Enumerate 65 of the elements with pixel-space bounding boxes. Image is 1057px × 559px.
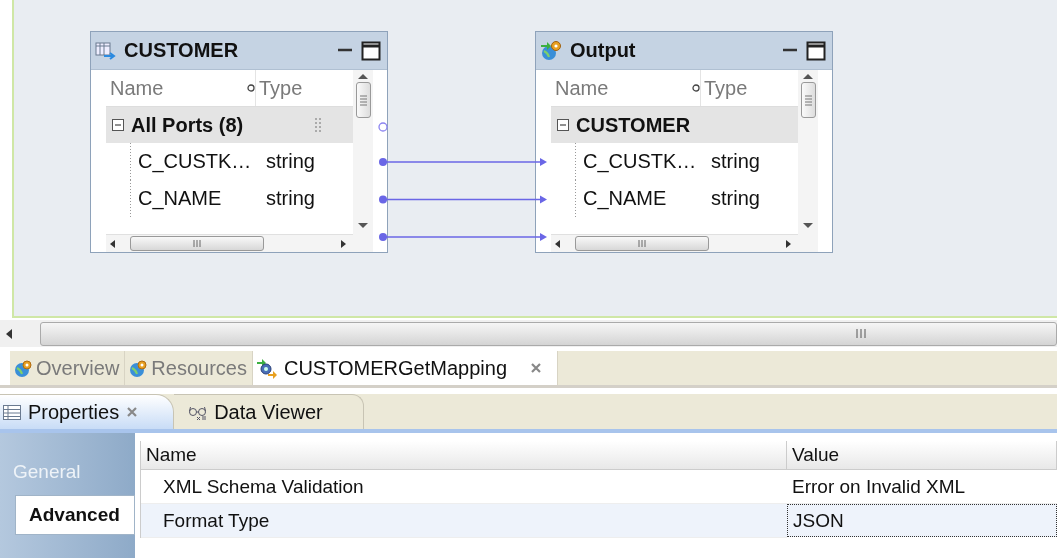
scrollbar-thumb[interactable]	[575, 236, 709, 251]
view-tab[interactable]: Properties	[0, 394, 175, 429]
maximize-icon[interactable]	[806, 40, 826, 61]
close-icon[interactable]	[529, 361, 543, 375]
table-icon	[2, 403, 22, 421]
vertical-scrollbar[interactable]	[798, 70, 818, 252]
tab-label: Properties	[28, 400, 120, 424]
globe-gear-icon	[13, 359, 32, 377]
editor-tab[interactable]: Resources	[125, 351, 253, 385]
grip-icon	[358, 94, 368, 106]
grip-icon	[638, 239, 646, 248]
tab-label: Resources	[151, 356, 247, 380]
sort-icon	[692, 84, 700, 92]
tab-label: CUSTOMERGetMapping	[283, 356, 507, 380]
port-group-row[interactable]: All Ports (8)	[106, 107, 353, 143]
horizontal-scrollbar[interactable]	[551, 234, 798, 252]
table-icon	[95, 41, 116, 60]
port-name: C_CUSTK…	[137, 150, 253, 173]
connector-line[interactable]	[379, 195, 547, 204]
port-type: string	[266, 187, 315, 210]
tab-label: Data Viewer	[214, 400, 323, 424]
grip-icon	[193, 239, 201, 248]
property-name[interactable]: Format Type	[141, 504, 787, 538]
sort-icon	[247, 84, 255, 92]
globe-gear-icon	[540, 40, 562, 61]
port-type: string	[266, 150, 315, 173]
port-type: string	[711, 187, 760, 210]
scrollbar-thumb[interactable]	[40, 321, 1057, 346]
column-label: Name	[110, 76, 165, 100]
horizontal-scrollbar[interactable]	[106, 234, 353, 252]
gears-icon	[255, 357, 278, 379]
close-icon[interactable]	[125, 405, 140, 419]
vertical-scrollbar[interactable]	[353, 70, 373, 252]
grip-icon	[803, 94, 813, 106]
port-group-row[interactable]: CUSTOMER	[551, 107, 798, 143]
collapse-icon[interactable]	[557, 119, 569, 131]
port-name: C_NAME	[582, 187, 668, 210]
drag-handle-icon[interactable]	[315, 117, 322, 133]
group-label: CUSTOMER	[576, 113, 692, 137]
column-header[interactable]: Value	[787, 441, 1057, 470]
view-tab[interactable]: Data Viewer	[174, 394, 364, 429]
globe-gear-icon	[128, 359, 148, 377]
group-label: All Ports (8)	[131, 113, 245, 137]
property-value[interactable]: JSON	[787, 504, 1057, 537]
port-name: C_NAME	[137, 187, 223, 210]
node-title: Output	[570, 39, 637, 62]
column-label: Name	[555, 76, 610, 100]
port-type: string	[711, 150, 760, 173]
section-tab[interactable]: Advanced	[15, 495, 135, 535]
tab-label: Overview	[36, 356, 120, 380]
connector-line[interactable]	[379, 158, 547, 166]
collapse-icon[interactable]	[112, 119, 124, 131]
port-connector-icon[interactable]	[378, 122, 388, 132]
connector-line[interactable]	[379, 233, 547, 241]
column-header[interactable]: Name	[141, 441, 787, 470]
node-title: CUSTOMER	[124, 39, 240, 62]
scrollbar-thumb[interactable]	[800, 82, 816, 118]
column-label: Type	[703, 76, 748, 100]
maximize-icon[interactable]	[361, 40, 381, 61]
column-label: Type	[258, 76, 303, 100]
grip-icon	[856, 328, 866, 339]
scrollbar-thumb[interactable]	[355, 82, 371, 118]
scrollbar-thumb[interactable]	[130, 236, 264, 251]
editor-tab[interactable]: Overview	[10, 351, 126, 385]
port-name: C_CUSTK…	[582, 150, 698, 173]
